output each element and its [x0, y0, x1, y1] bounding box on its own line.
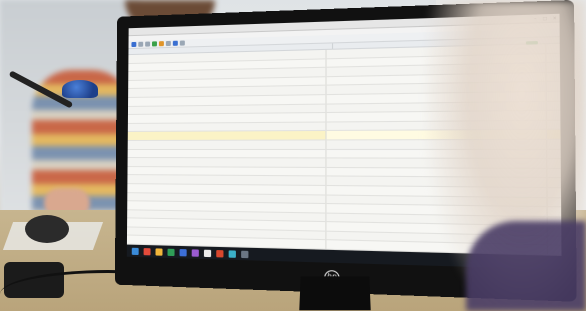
browser-icon[interactable] [143, 247, 151, 255]
notepad-icon[interactable] [203, 249, 212, 257]
word-icon[interactable] [179, 248, 187, 256]
source-cell [127, 140, 326, 149]
source-cell [127, 149, 326, 158]
source-cell [127, 113, 326, 123]
purple-app-icon[interactable] [191, 248, 199, 257]
settings-icon[interactable] [241, 250, 249, 258]
desk-lamp-head [62, 80, 98, 98]
copy-icon[interactable] [172, 40, 178, 46]
redo-icon[interactable] [145, 41, 151, 47]
source-cell [127, 131, 326, 140]
red-app-icon[interactable] [216, 249, 224, 257]
cyan-app-icon[interactable] [228, 249, 236, 258]
search-icon[interactable] [165, 40, 171, 47]
photo-scene: – □ × [0, 0, 586, 311]
undo-icon[interactable] [138, 41, 144, 47]
settings-icon[interactable] [179, 40, 185, 46]
confirm-icon[interactable] [152, 41, 157, 47]
windows-start-icon[interactable] [131, 247, 139, 255]
spreadsheet-icon[interactable] [167, 248, 175, 256]
filter-icon[interactable] [158, 41, 164, 47]
folder-icon[interactable] [155, 247, 163, 256]
source-cell [127, 122, 326, 132]
foreground-sleeve [466, 221, 586, 311]
computer-mouse [25, 215, 69, 243]
source-cell [127, 166, 326, 176]
source-cell [127, 158, 326, 167]
monitor-stand [299, 276, 371, 311]
save-icon[interactable] [131, 41, 137, 48]
